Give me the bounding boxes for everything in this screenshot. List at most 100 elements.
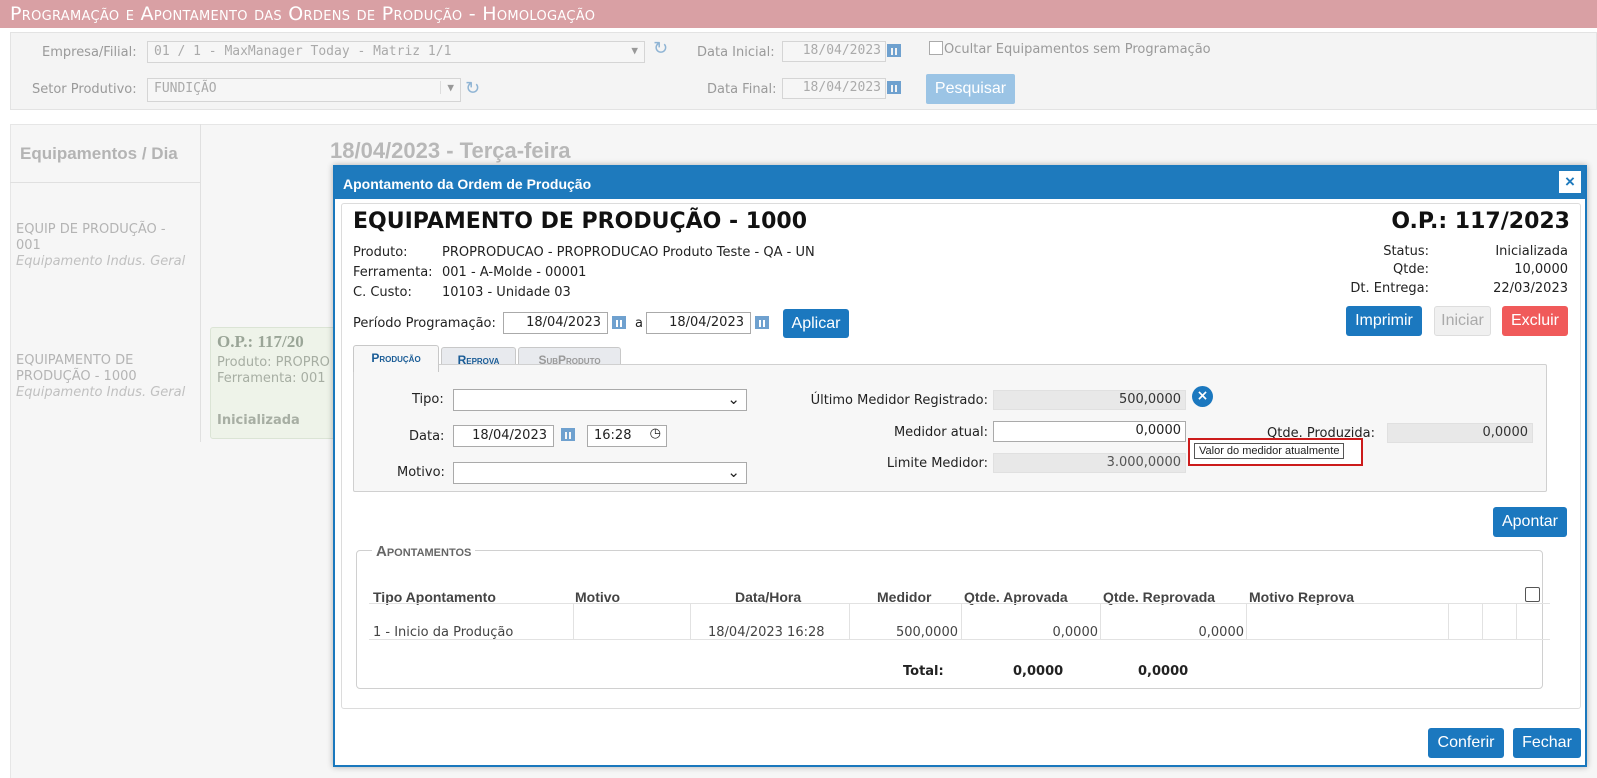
column-divider bbox=[961, 603, 962, 640]
column-divider bbox=[573, 603, 574, 640]
page-title: Programação e Apontamento das Ordens de … bbox=[10, 3, 596, 25]
hora-value: 16:28 bbox=[594, 428, 632, 443]
chevron-down-icon: ⌄ bbox=[727, 463, 740, 481]
iniciar-button[interactable]: Iniciar bbox=[1434, 306, 1491, 336]
limite-medidor-value: 3.000,0000 bbox=[993, 453, 1186, 473]
produto-value: PROPRODUCAO - PROPRODUCAO Produto Teste … bbox=[442, 245, 815, 260]
equipment-type: Equipamento Indus. Geral bbox=[16, 254, 186, 269]
select-all-checkbox[interactable] bbox=[1525, 587, 1540, 602]
equipment-item[interactable]: EQUIP DE PRODUÇÃO - 001 Equipamento Indu… bbox=[16, 222, 185, 270]
data-final-label: Data Final: bbox=[707, 82, 777, 97]
excluir-button[interactable]: Excluir bbox=[1502, 306, 1568, 336]
aplicar-button[interactable]: Aplicar bbox=[783, 309, 849, 338]
fechar-button[interactable]: Fechar bbox=[1513, 728, 1581, 758]
tipo-select[interactable]: ⌄ bbox=[453, 389, 747, 411]
equipment-type: Equipamento Indus. Geral bbox=[16, 385, 186, 400]
ocultar-label: Ocultar Equipamentos sem Programação bbox=[944, 42, 1211, 57]
day-header: 18/04/2023 - Terça-feira bbox=[330, 138, 571, 163]
motivo-select[interactable]: ⌄ bbox=[453, 462, 747, 484]
op-number: O.P.: 117/2023 bbox=[1391, 209, 1570, 234]
refresh-icon[interactable]: ↻ bbox=[465, 78, 480, 99]
cell-medidor: 500,0000 bbox=[895, 625, 958, 640]
data-inicial-label: Data Inicial: bbox=[697, 45, 775, 60]
apontamentos-title: Apontamentos bbox=[372, 543, 476, 560]
status-label: Status: bbox=[1383, 244, 1429, 259]
limite-medidor-label: Limite Medidor: bbox=[886, 456, 988, 471]
qtde-label: Qtde: bbox=[1393, 262, 1429, 277]
calendar-icon[interactable] bbox=[887, 81, 901, 94]
cell-aprovada: 0,0000 bbox=[1052, 625, 1099, 640]
clock-icon[interactable]: ◷ bbox=[650, 426, 661, 441]
empresa-select[interactable]: 01 / 1 - MaxManager Today - Matriz 1/1 ▼ bbox=[147, 41, 645, 63]
calendar-icon[interactable] bbox=[887, 44, 901, 57]
equipment-column bbox=[10, 182, 201, 442]
column-divider bbox=[1448, 603, 1449, 640]
apontar-button[interactable]: Apontar bbox=[1493, 507, 1567, 537]
data-input[interactable]: 18/04/2023 bbox=[453, 425, 554, 447]
equipment-title: EQUIPAMENTO DE PRODUÇÃO - 1000 bbox=[353, 209, 808, 234]
empresa-label: Empresa/Filial: bbox=[42, 45, 137, 60]
ultimo-medidor-label: Último Medidor Registrado: bbox=[810, 393, 988, 408]
periodo-separator: a bbox=[635, 316, 643, 331]
qtde-value: 10,0000 bbox=[1514, 262, 1568, 277]
qtde-produzida-value: 0,0000 bbox=[1387, 423, 1533, 443]
equipment-name: EQUIPAMENTO DE bbox=[16, 353, 134, 368]
entrega-label: Dt. Entrega: bbox=[1350, 281, 1429, 296]
tab-producao[interactable]: Produção bbox=[353, 345, 439, 372]
grid-header-label: Equipamentos / Dia bbox=[20, 144, 178, 163]
op-card-status: Inicializada bbox=[217, 413, 300, 428]
data-inicial-input[interactable]: 18/04/2023 bbox=[782, 41, 886, 62]
setor-select-value: FUNDIÇÃO bbox=[154, 81, 217, 96]
periodo-inicio-input[interactable]: 18/04/2023 bbox=[503, 312, 608, 334]
data-label: Data: bbox=[409, 429, 445, 444]
setor-label: Setor Produtivo: bbox=[32, 82, 137, 97]
pesquisar-button[interactable]: Pesquisar bbox=[926, 74, 1015, 104]
imprimir-button[interactable]: Imprimir bbox=[1346, 306, 1422, 336]
chevron-down-icon: ▼ bbox=[440, 81, 454, 94]
conferir-button[interactable]: Conferir bbox=[1428, 728, 1504, 758]
ocultar-checkbox[interactable] bbox=[929, 41, 943, 55]
medidor-atual-input[interactable]: 0,0000 bbox=[993, 421, 1186, 442]
column-divider bbox=[849, 603, 850, 640]
hora-input[interactable]: 16:28 ◷ bbox=[587, 425, 667, 447]
page-title-bar: Programação e Apontamento das Ordens de … bbox=[0, 0, 1597, 28]
op-card-produto: Produto: PROPRO bbox=[217, 355, 330, 370]
tooltip-text: Valor do medidor atualmente bbox=[1194, 443, 1345, 459]
column-divider bbox=[1246, 603, 1247, 640]
medidor-tooltip: Valor do medidor atualmente bbox=[1188, 438, 1363, 466]
tipo-label: Tipo: bbox=[412, 392, 444, 407]
op-card[interactable]: O.P.: 117/20 Produto: PROPRO Ferramenta:… bbox=[210, 327, 342, 439]
equipment-name: PRODUÇÃO - 1000 bbox=[16, 369, 137, 384]
calendar-icon[interactable] bbox=[612, 316, 626, 329]
cell-tipo: 1 - Inicio da Produção bbox=[373, 625, 514, 640]
calendar-icon[interactable] bbox=[755, 316, 769, 329]
calendar-icon[interactable] bbox=[561, 428, 575, 441]
modal-title: Apontamento da Ordem de Produção bbox=[343, 176, 592, 192]
op-card-ferramenta: Ferramenta: 001 bbox=[217, 371, 326, 386]
periodo-fim-input[interactable]: 18/04/2023 bbox=[646, 312, 751, 334]
total-aprovada: 0,0000 bbox=[1013, 664, 1064, 679]
refresh-icon[interactable]: ↻ bbox=[653, 38, 668, 59]
ultimo-medidor-value: 500,0000 bbox=[993, 390, 1186, 410]
produto-label: Produto: bbox=[353, 245, 408, 260]
medidor-atual-label: Medidor atual: bbox=[893, 425, 988, 440]
setor-select[interactable]: FUNDIÇÃO ▼ bbox=[147, 78, 461, 102]
equipment-item[interactable]: EQUIPAMENTO DE PRODUÇÃO - 1000 Equipamen… bbox=[16, 353, 185, 401]
total-reprovada: 0,0000 bbox=[1138, 664, 1189, 679]
table-row[interactable] bbox=[369, 603, 1550, 640]
op-card-title: O.P.: 117/20 bbox=[217, 332, 304, 351]
clear-icon[interactable]: × bbox=[1192, 386, 1213, 407]
total-label: Total: bbox=[903, 664, 944, 679]
column-divider bbox=[1482, 603, 1483, 640]
periodo-label: Período Programação: bbox=[353, 316, 496, 331]
close-icon[interactable]: × bbox=[1559, 171, 1581, 193]
column-divider bbox=[1100, 603, 1101, 640]
grid-header-equipamentos: Equipamentos / Dia bbox=[10, 124, 201, 183]
chevron-down-icon: ▼ bbox=[631, 44, 638, 57]
ferramenta-label: Ferramenta: bbox=[353, 265, 433, 280]
custo-label: C. Custo: bbox=[353, 285, 412, 300]
data-final-input[interactable]: 18/04/2023 bbox=[782, 78, 886, 99]
modal-title-bar: Apontamento da Ordem de Produção × bbox=[335, 167, 1585, 199]
column-divider bbox=[690, 603, 691, 640]
equipment-name: EQUIP DE PRODUÇÃO - bbox=[16, 222, 166, 237]
